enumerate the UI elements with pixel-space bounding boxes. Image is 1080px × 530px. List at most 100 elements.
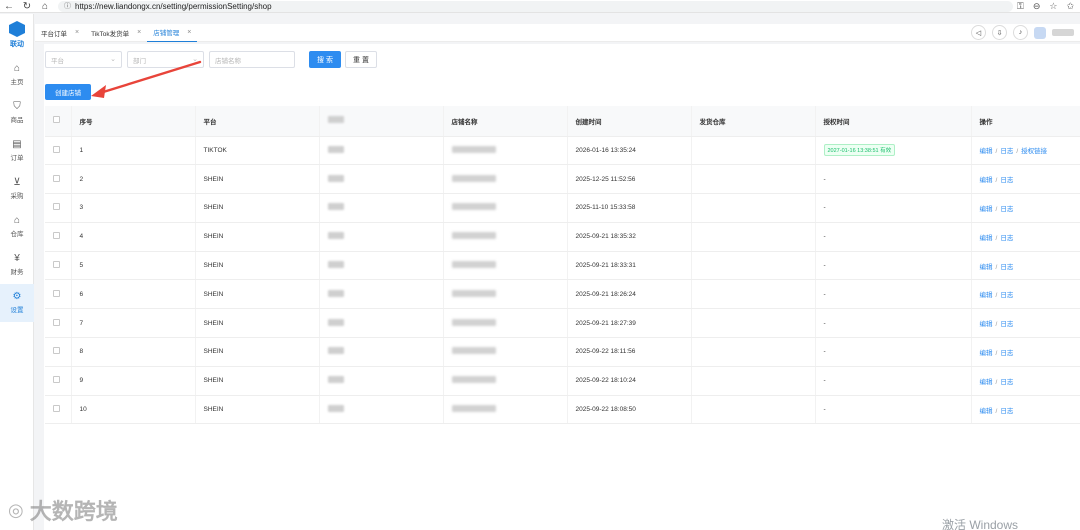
row-platform: SHEIN (195, 222, 320, 252)
row-redacted-cell (319, 164, 444, 195)
redacted-text (327, 174, 344, 182)
cart-icon: ⊻ (13, 177, 21, 188)
row-checkbox[interactable] (53, 232, 60, 240)
separator: / (995, 263, 998, 271)
table-header-row: 序号 平台 店铺名称 创建时间 发货仓库 授权时间 操作 (45, 106, 1080, 137)
row-platform: SHEIN (195, 193, 320, 223)
favorites-icon[interactable]: ✩ (1066, 1, 1074, 12)
file-icon: ▤ (12, 139, 22, 150)
row-platform: SHEIN (195, 308, 320, 339)
auth-time: - (823, 377, 826, 385)
sidebar-item-warehouse[interactable]: ⌂ 仓库 (0, 208, 34, 246)
bell-icon[interactable]: ♪ (1013, 25, 1028, 40)
download-icon[interactable]: ⇩ (992, 25, 1007, 40)
tab-tiktok-shipping[interactable]: TikTok发货单 × (85, 24, 147, 42)
department-select[interactable]: 部门 ⌄ (127, 51, 204, 68)
address-bar[interactable]: ⓘ https://new.liandongx.cn/setting/permi… (58, 0, 1013, 12)
zoom-icon[interactable]: ⊖ (1033, 1, 1041, 12)
edit-link[interactable]: 编辑 (980, 177, 993, 184)
sidebar-item-label: 商品 (10, 117, 24, 124)
home-icon[interactable]: ⌂ (36, 0, 54, 13)
sidebar-item-finance[interactable]: ¥ 财务 (0, 246, 34, 284)
tab-shop-management[interactable]: 店铺管理 × (147, 24, 198, 42)
log-link[interactable]: 日志 (1000, 148, 1013, 155)
log-link[interactable]: 日志 (1000, 408, 1013, 415)
log-link[interactable]: 日志 (1000, 177, 1013, 184)
gear-icon: ⚙ (12, 291, 22, 302)
row-warehouse (691, 251, 816, 281)
create-shop-button[interactable]: 创建店铺 (45, 84, 91, 100)
tab-platform-orders[interactable]: 平台订单 × (35, 24, 85, 42)
close-icon[interactable]: × (75, 29, 79, 36)
app-logo[interactable]: 联动 (0, 14, 34, 56)
sidebar-item-orders[interactable]: ▤ 订单 (0, 132, 34, 170)
row-index: 6 (71, 279, 196, 310)
row-checkbox[interactable] (53, 145, 60, 153)
auth-link[interactable]: 授权链接 (1021, 148, 1047, 155)
row-warehouse (691, 337, 816, 367)
log-link[interactable]: 日志 (1000, 321, 1013, 328)
log-link[interactable]: 日志 (1000, 235, 1013, 242)
row-checkbox[interactable] (53, 261, 60, 269)
log-link[interactable]: 日志 (1000, 292, 1013, 299)
row-select-cell (45, 395, 72, 425)
log-link[interactable]: 日志 (1000, 379, 1013, 386)
log-link[interactable]: 日志 (1000, 264, 1013, 271)
table-row: 1 TIKTOK 2026-01-16 13:35:24 2027-01-16 13:… (45, 136, 1080, 166)
row-checkbox[interactable] (53, 203, 60, 211)
row-checkbox[interactable] (53, 376, 60, 384)
sidebar-item-home[interactable]: ⌂ 主页 (0, 56, 34, 94)
watermark-icon: ◎ (8, 499, 24, 520)
table-row: 2 SHEIN 2025-12-25 11:52:56 - 编辑 / 日志 (45, 164, 1080, 195)
row-select-cell (45, 136, 72, 166)
edit-link[interactable]: 编辑 (980, 148, 993, 155)
platform-select[interactable]: 平台 ⌄ (45, 51, 122, 68)
shop-name-input[interactable]: 店铺名称 (209, 51, 295, 68)
key-icon[interactable]: ⚿ (1017, 1, 1024, 12)
sound-icon[interactable]: ◁ (971, 25, 986, 40)
avatar[interactable] (1034, 26, 1046, 39)
sidebar-item-products[interactable]: ⛉ 商品 (0, 94, 34, 132)
star-icon[interactable]: ☆ (1049, 1, 1057, 12)
row-checkbox[interactable] (53, 289, 60, 297)
sidebar-item-settings[interactable]: ⚙ 设置 (0, 284, 34, 322)
row-actions: 编辑 / 日志 (971, 279, 1080, 310)
edit-link[interactable]: 编辑 (980, 408, 993, 415)
close-icon[interactable]: × (187, 29, 191, 36)
auth-status-badge: 2027-01-16 13:38:51 有效 (823, 144, 896, 157)
edit-link[interactable]: 编辑 (980, 321, 993, 328)
back-icon[interactable]: ← (0, 0, 18, 13)
row-checkbox[interactable] (53, 174, 60, 182)
row-checkbox[interactable] (53, 318, 60, 326)
close-icon[interactable]: × (137, 29, 141, 36)
row-shop-name-cell (443, 337, 568, 367)
url-text: https://new.liandongx.cn/setting/permiss… (75, 1, 272, 11)
logo-icon (9, 21, 25, 37)
row-checkbox[interactable] (53, 405, 60, 413)
select-all-checkbox[interactable] (53, 116, 60, 124)
row-platform: SHEIN (195, 164, 320, 195)
row-warehouse (691, 308, 816, 339)
row-auth-cell: 2027-01-16 13:38:51 有效 (815, 136, 972, 166)
row-actions: 编辑 / 日志 (971, 395, 1080, 425)
site-info-icon[interactable]: ⓘ (64, 1, 71, 11)
reset-button[interactable]: 重 置 (345, 51, 377, 68)
edit-link[interactable]: 编辑 (980, 264, 993, 271)
row-auth-cell: - (815, 308, 972, 339)
edit-link[interactable]: 编辑 (980, 206, 993, 213)
row-checkbox[interactable] (53, 347, 60, 355)
reload-icon[interactable]: ↻ (18, 0, 36, 13)
row-created-time: 2025-09-22 18:11:56 (567, 337, 692, 367)
column-header: 操作 (971, 106, 1080, 137)
user-name-redacted[interactable] (1052, 29, 1074, 36)
table-row: 7 SHEIN 2025-09-21 18:27:39 - 编辑 / 日志 (45, 308, 1080, 339)
edit-link[interactable]: 编辑 (980, 292, 993, 299)
log-link[interactable]: 日志 (1000, 350, 1013, 357)
edit-link[interactable]: 编辑 (980, 235, 993, 242)
log-link[interactable]: 日志 (1000, 206, 1013, 213)
row-platform: SHEIN (195, 337, 320, 367)
edit-link[interactable]: 编辑 (980, 350, 993, 357)
search-button[interactable]: 搜 索 (309, 51, 341, 68)
edit-link[interactable]: 编辑 (980, 379, 993, 386)
sidebar-item-purchase[interactable]: ⊻ 采购 (0, 170, 34, 208)
